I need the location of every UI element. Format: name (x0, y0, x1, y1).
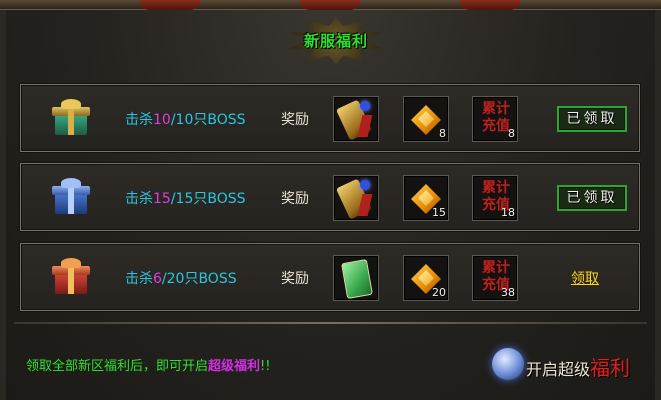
reward-slot-gold-token[interactable]: 8 (403, 96, 449, 142)
divider (14, 322, 647, 324)
reward-slot-weapon[interactable] (333, 96, 379, 142)
reward-slot-scroll[interactable] (333, 255, 379, 301)
item-count: 18 (501, 206, 515, 219)
open-super-welfare-label: 开启超级福利 (526, 356, 631, 380)
top-ornament (0, 0, 661, 10)
reward-slot-recharge[interactable]: 累计 充值 8 (472, 96, 518, 142)
ornament-knot (460, 0, 520, 10)
title-badge: 新服福利 (290, 18, 382, 64)
ornament-knot (300, 0, 360, 10)
orb-icon (492, 348, 524, 380)
reward-slot-gold-token[interactable]: 15 (403, 175, 449, 221)
reward-row: 击杀10/10只BOSS 奖励 8 累计 充值 8 已领取 (20, 84, 640, 152)
reward-slot-recharge[interactable]: 累计 充值 38 (472, 255, 518, 301)
scroll-icon (341, 259, 373, 299)
item-count: 20 (432, 286, 446, 299)
kill-progress: 击杀10/10只BOSS (125, 112, 246, 128)
open-super-welfare-button[interactable]: 开启超级福利 (488, 342, 648, 386)
item-count: 8 (439, 127, 446, 140)
reward-slot-gold-token[interactable]: 20 (403, 255, 449, 301)
claim-button[interactable]: 领取 (571, 268, 599, 288)
kill-progress: 击杀6/20只BOSS (125, 271, 237, 287)
claimed-button: 已领取 (557, 106, 627, 132)
gift-box-icon (49, 258, 93, 298)
gift-box-icon (49, 178, 93, 218)
ornament-knot (140, 0, 200, 10)
claimed-button: 已领取 (557, 185, 627, 211)
reward-label: 奖励 (281, 191, 309, 207)
reward-slot-recharge[interactable]: 累计 充值 18 (472, 175, 518, 221)
item-count: 38 (501, 286, 515, 299)
reward-row: 击杀6/20只BOSS 奖励 20 累计 充值 38 领取 (20, 243, 640, 311)
reward-slot-weapon[interactable] (333, 175, 379, 221)
item-count: 8 (508, 127, 515, 140)
reward-label: 奖励 (281, 271, 309, 287)
gift-box-icon (49, 99, 93, 139)
page-title: 新服福利 (303, 32, 368, 50)
footer-hint: 领取全部新区福利后，即可开启超级福利!! (26, 359, 271, 374)
reward-row: 击杀15/15只BOSS 奖励 15 累计 充值 18 已领取 (20, 163, 640, 231)
item-count: 15 (432, 206, 446, 219)
reward-label: 奖励 (281, 112, 309, 128)
kill-progress: 击杀15/15只BOSS (125, 191, 246, 207)
